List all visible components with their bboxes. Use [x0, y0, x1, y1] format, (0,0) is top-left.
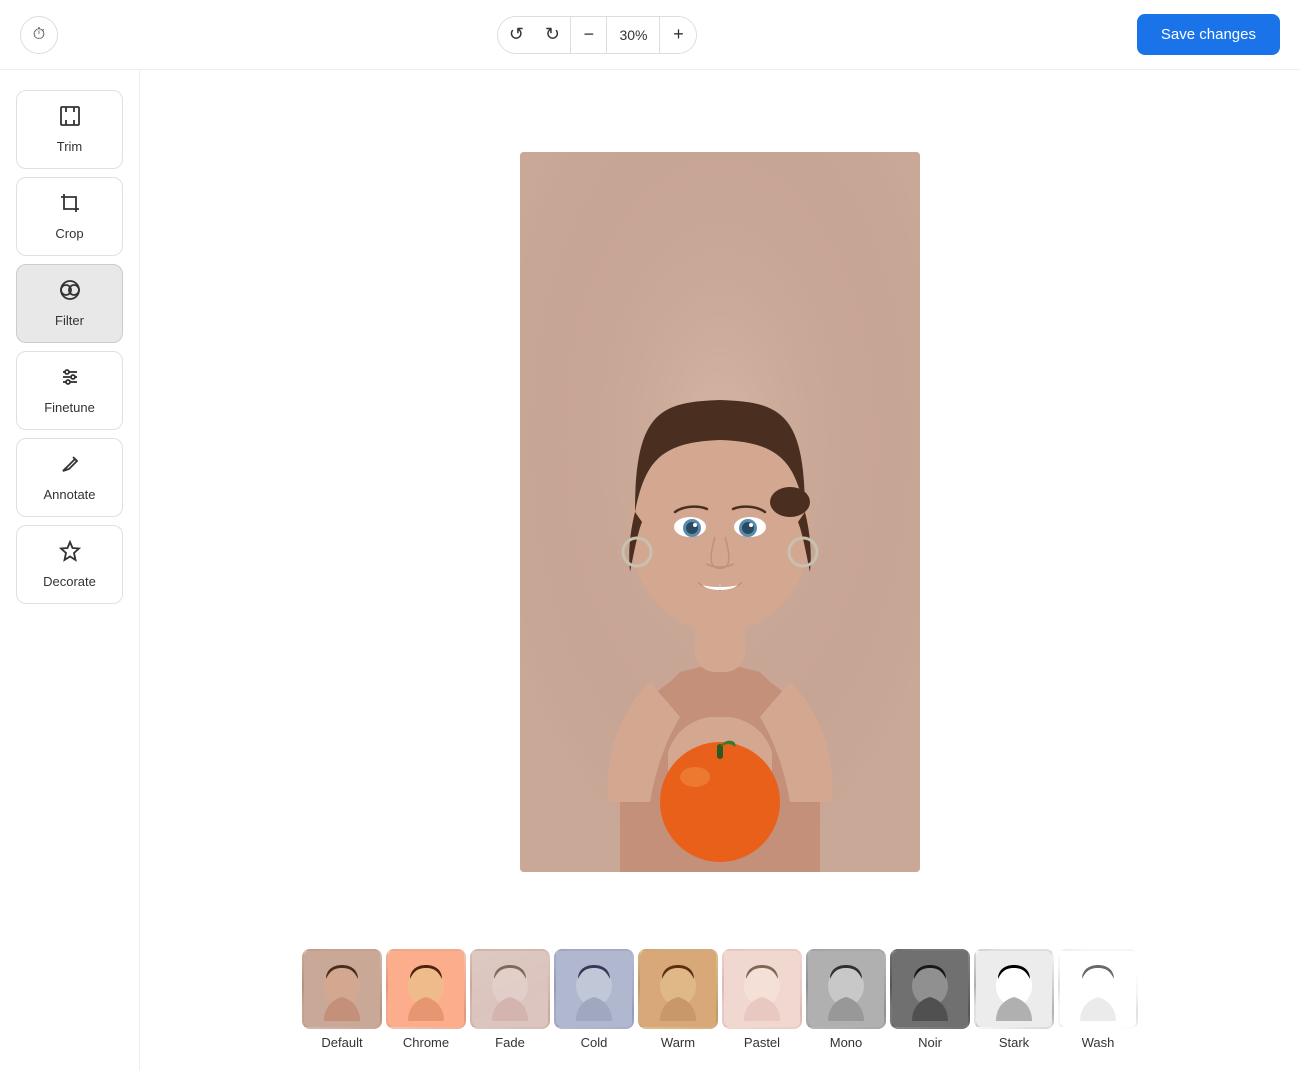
filter-item-fade[interactable]: Fade	[470, 949, 550, 1050]
crop-label: Crop	[55, 226, 83, 241]
tool-crop[interactable]: Crop	[16, 177, 123, 256]
zoom-value: 30%	[606, 17, 660, 53]
header-center: ↺ ↻ − 30% +	[497, 16, 697, 54]
filter-thumb-stark	[974, 949, 1054, 1029]
filter-label-mono: Mono	[830, 1035, 863, 1050]
history-icon: ⏱	[33, 26, 45, 44]
zoom-controls: ↺ ↻ − 30% +	[497, 16, 697, 54]
filter-preview-fade	[472, 951, 548, 1027]
filter-thumb-pastel	[722, 949, 802, 1029]
filter-icon	[59, 279, 81, 307]
main: Trim Crop Filter	[0, 70, 1300, 1070]
filter-preview-mono	[808, 951, 884, 1027]
filter-item-default[interactable]: Default	[302, 949, 382, 1050]
filter-label: Filter	[55, 313, 84, 328]
redo-icon: ↻	[545, 24, 560, 45]
save-changes-button[interactable]: Save changes	[1137, 14, 1280, 55]
tool-finetune[interactable]: Finetune	[16, 351, 123, 430]
header-right: Save changes	[1137, 14, 1280, 55]
canvas-area: Default Chrome	[140, 70, 1300, 1070]
filter-label-pastel: Pastel	[744, 1035, 780, 1050]
filter-label-wash: Wash	[1082, 1035, 1115, 1050]
header-left: ⏱	[20, 16, 58, 54]
filter-item-stark[interactable]: Stark	[974, 949, 1054, 1050]
filter-preview-wash	[1060, 951, 1136, 1027]
filter-thumb-mono	[806, 949, 886, 1029]
crop-icon	[59, 192, 81, 220]
photo-preview	[520, 152, 920, 872]
zoom-minus-button[interactable]: −	[570, 16, 606, 54]
portrait-illustration	[520, 152, 920, 872]
finetune-icon	[59, 366, 81, 394]
filter-label-warm: Warm	[661, 1035, 695, 1050]
filter-preview-default	[304, 951, 380, 1027]
zoom-minus-icon: −	[584, 24, 595, 45]
filter-preview-warm	[640, 951, 716, 1027]
filter-item-cold[interactable]: Cold	[554, 949, 634, 1050]
filter-thumb-warm	[638, 949, 718, 1029]
filter-preview-pastel	[724, 951, 800, 1027]
filter-thumb-wash	[1058, 949, 1138, 1029]
tool-annotate[interactable]: Annotate	[16, 438, 123, 517]
decorate-icon	[59, 540, 81, 568]
filter-thumb-chrome	[386, 949, 466, 1029]
tool-filter[interactable]: Filter	[16, 264, 123, 343]
filter-preview-chrome	[388, 951, 464, 1027]
sidebar: Trim Crop Filter	[0, 70, 140, 1070]
tool-trim[interactable]: Trim	[16, 90, 123, 169]
trim-label: Trim	[57, 139, 83, 154]
filter-item-warm[interactable]: Warm	[638, 949, 718, 1050]
filter-preview-stark	[976, 951, 1052, 1027]
filter-thumb-cold	[554, 949, 634, 1029]
trim-icon	[59, 105, 81, 133]
filter-label-chrome: Chrome	[403, 1035, 449, 1050]
decorate-label: Decorate	[43, 574, 96, 589]
filter-item-wash[interactable]: Wash	[1058, 949, 1138, 1050]
zoom-plus-button[interactable]: +	[660, 16, 696, 54]
redo-button[interactable]: ↻	[534, 16, 570, 54]
annotate-label: Annotate	[43, 487, 95, 502]
filter-item-pastel[interactable]: Pastel	[722, 949, 802, 1050]
annotate-icon	[59, 453, 81, 481]
filter-preview-noir	[892, 951, 968, 1027]
filter-label-default: Default	[321, 1035, 362, 1050]
filter-item-noir[interactable]: Noir	[890, 949, 970, 1050]
filter-label-cold: Cold	[581, 1035, 608, 1050]
filter-label-fade: Fade	[495, 1035, 525, 1050]
tool-decorate[interactable]: Decorate	[16, 525, 123, 604]
header: ⏱ ↺ ↻ − 30% + Save changes	[0, 0, 1300, 70]
filter-thumb-noir	[890, 949, 970, 1029]
filter-preview-cold	[556, 951, 632, 1027]
filter-item-mono[interactable]: Mono	[806, 949, 886, 1050]
filter-thumb-fade	[470, 949, 550, 1029]
filter-strip: Default Chrome	[160, 933, 1280, 1070]
filter-item-chrome[interactable]: Chrome	[386, 949, 466, 1050]
image-container	[520, 90, 920, 933]
history-button[interactable]: ⏱	[20, 16, 58, 54]
filter-label-stark: Stark	[999, 1035, 1029, 1050]
zoom-plus-icon: +	[673, 24, 684, 45]
undo-icon: ↺	[509, 24, 524, 45]
finetune-label: Finetune	[44, 400, 95, 415]
undo-button[interactable]: ↺	[498, 16, 534, 54]
filter-label-noir: Noir	[918, 1035, 942, 1050]
filter-thumb-default	[302, 949, 382, 1029]
